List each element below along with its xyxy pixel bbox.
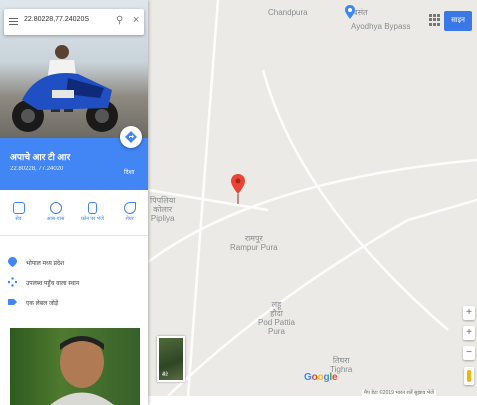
road	[148, 158, 477, 264]
send-to-phone-label: फ़ोन पर भेजें	[81, 216, 104, 222]
nearby-button[interactable]: आस-पास	[41, 196, 71, 235]
place-coordinates: 22.80228, 77.24020	[10, 166, 64, 172]
menu-icon[interactable]	[9, 18, 18, 26]
google-logo: Google	[304, 372, 338, 383]
road-network	[148, 0, 477, 396]
plus-code-text: उपलब्ध पहुँच वाला स्थान	[26, 281, 80, 287]
map-label: लहू हौदा Pod Pattia Pura	[258, 300, 295, 336]
place-actions: सेव आस-पास फ़ोन पर भेजें शेयर	[0, 196, 148, 236]
nearby-icon	[49, 202, 62, 214]
label-icon	[8, 299, 17, 305]
location-pin-icon[interactable]	[231, 174, 245, 204]
zoom-in-button[interactable]: +	[463, 306, 475, 320]
share-label: शेयर	[125, 216, 134, 222]
directions-button[interactable]	[120, 126, 142, 148]
place-header: अपाचे आर टी आर 22.80228, 77.24020 दिशा	[0, 126, 148, 190]
search-box[interactable]: 22.80228,77.24020S ⚲ ×	[4, 9, 144, 35]
map-controls: + + −	[463, 306, 475, 366]
add-label-row[interactable]: एक लेबल जोड़ें	[0, 294, 148, 312]
save-button[interactable]: सेव	[4, 196, 34, 235]
apps-grid-icon[interactable]	[429, 14, 441, 26]
place-title: अपाचे आर टी आर	[10, 152, 71, 162]
map-label: Ayodhya Bypass	[351, 22, 411, 31]
road	[261, 69, 449, 331]
map-label: रामपुर Rampur Pura	[230, 234, 278, 252]
zoom-in-button[interactable]: +	[463, 326, 475, 340]
satellite-layer-button[interactable]: सैटे	[157, 336, 185, 382]
map-attribution[interactable]: मैप डेटा ©2019 भारत शर्तें सुझाव भेजें	[362, 390, 436, 396]
map-canvas[interactable]: Chandpura बसंत Ayodhya Bypass रामपुर Ram…	[148, 0, 477, 396]
user-photo-thumbnail[interactable]	[10, 328, 140, 405]
search-icon[interactable]: ⚲	[116, 15, 123, 26]
address-text: भोपाल मध्य प्रदेश	[26, 261, 65, 267]
close-icon[interactable]: ×	[133, 14, 139, 26]
place-side-panel: 22.80228,77.24020S ⚲ × अपाचे आर टी आर 22…	[0, 0, 148, 405]
map-label: पिपलिया कोलार Pipliya	[150, 196, 176, 223]
send-to-phone-button[interactable]: फ़ोन पर भेजें	[78, 196, 108, 235]
zoom-out-button[interactable]: −	[463, 346, 475, 360]
map-label: बसंत	[353, 8, 368, 17]
photo-face	[50, 336, 114, 405]
nearby-label: आस-पास	[46, 216, 65, 222]
plus-code-icon	[8, 277, 17, 287]
address-row[interactable]: भोपाल मध्य प्रदेश	[0, 254, 148, 272]
phone-icon	[88, 202, 97, 214]
road	[167, 198, 477, 396]
poi-marker-icon[interactable]	[345, 5, 355, 19]
place-hero-photo[interactable]: 22.80228,77.24020S ⚲ ×	[0, 0, 148, 138]
photo-motorcycle	[12, 73, 118, 132]
location-pin-icon	[8, 257, 17, 267]
share-button[interactable]: शेयर	[115, 196, 145, 235]
share-icon	[123, 202, 136, 214]
street-view-pegman-icon[interactable]	[464, 367, 474, 385]
satellite-label: सैटे	[162, 372, 168, 378]
map-label: Chandpura	[268, 8, 308, 17]
search-input[interactable]: 22.80228,77.24020S	[24, 16, 89, 23]
save-label: सेव	[15, 216, 22, 222]
add-label-text: एक लेबल जोड़ें	[26, 301, 59, 307]
plus-code-row[interactable]: उपलब्ध पहुँच वाला स्थान	[0, 274, 148, 292]
directions-icon	[125, 131, 137, 143]
bookmark-icon	[12, 202, 25, 214]
directions-label: दिशा	[124, 170, 135, 176]
sign-in-button[interactable]: साइन	[444, 11, 472, 31]
